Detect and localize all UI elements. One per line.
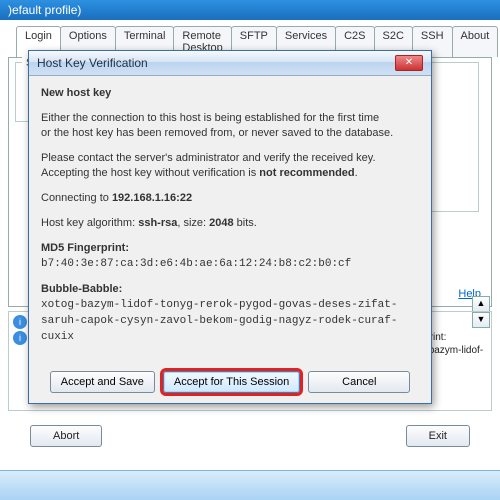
accept-save-button[interactable]: Accept and Save (50, 371, 155, 393)
cancel-button[interactable]: Cancel (308, 371, 410, 393)
connecting-host: 192.168.1.16:22 (112, 192, 192, 204)
taskbar (0, 470, 500, 500)
accept-session-button[interactable]: Accept for This Session (163, 371, 300, 393)
dialog-title-text: Host Key Verification (37, 56, 148, 70)
algo-label: Host key algorithm: (41, 217, 138, 229)
host-key-dialog: Host Key Verification ✕ New host key Eit… (28, 50, 432, 404)
exit-button[interactable]: Exit (406, 425, 470, 447)
dialog-heading: New host key (41, 87, 111, 99)
bottom-button-bar: Abort Exit (0, 415, 500, 457)
md5-value: b7:40:3e:87:ca:3d:e6:4b:ae:6a:12:24:b8:c… (41, 258, 351, 270)
window-title: )efault profile) (0, 0, 500, 20)
info-icon: i (13, 315, 27, 329)
bubble-label: Bubble-Babble: (41, 283, 122, 295)
dialog-text: or the host key has been removed from, o… (41, 127, 393, 139)
dialog-body: New host key Either the connection to th… (29, 76, 431, 365)
dialog-text: Please contact the server's administrato… (41, 152, 376, 164)
close-icon[interactable]: ✕ (395, 55, 423, 71)
info-icon: i (13, 331, 27, 345)
dialog-text: Accepting the host key without verificat… (41, 167, 259, 179)
scroll-up-button[interactable]: ▲ (472, 296, 490, 312)
tab-about[interactable]: About (452, 26, 499, 57)
size-value: 2048 (209, 217, 233, 229)
bubble-value: xotog-bazym-lidof-tonyg-rerok-pygod-gova… (41, 299, 397, 343)
connecting-label: Connecting to (41, 192, 112, 204)
algo-value: ssh-rsa (138, 217, 177, 229)
size-unit: bits. (234, 217, 257, 229)
dialog-text: Either the connection to this host is be… (41, 112, 379, 124)
dialog-titlebar: Host Key Verification ✕ (29, 51, 431, 76)
abort-button[interactable]: Abort (30, 425, 102, 447)
size-label: , size: (177, 217, 209, 229)
md5-label: MD5 Fingerprint: (41, 242, 129, 254)
dialog-text-bold: not recommended (259, 167, 354, 179)
dialog-button-row: Accept and Save Accept for This Session … (29, 365, 431, 403)
